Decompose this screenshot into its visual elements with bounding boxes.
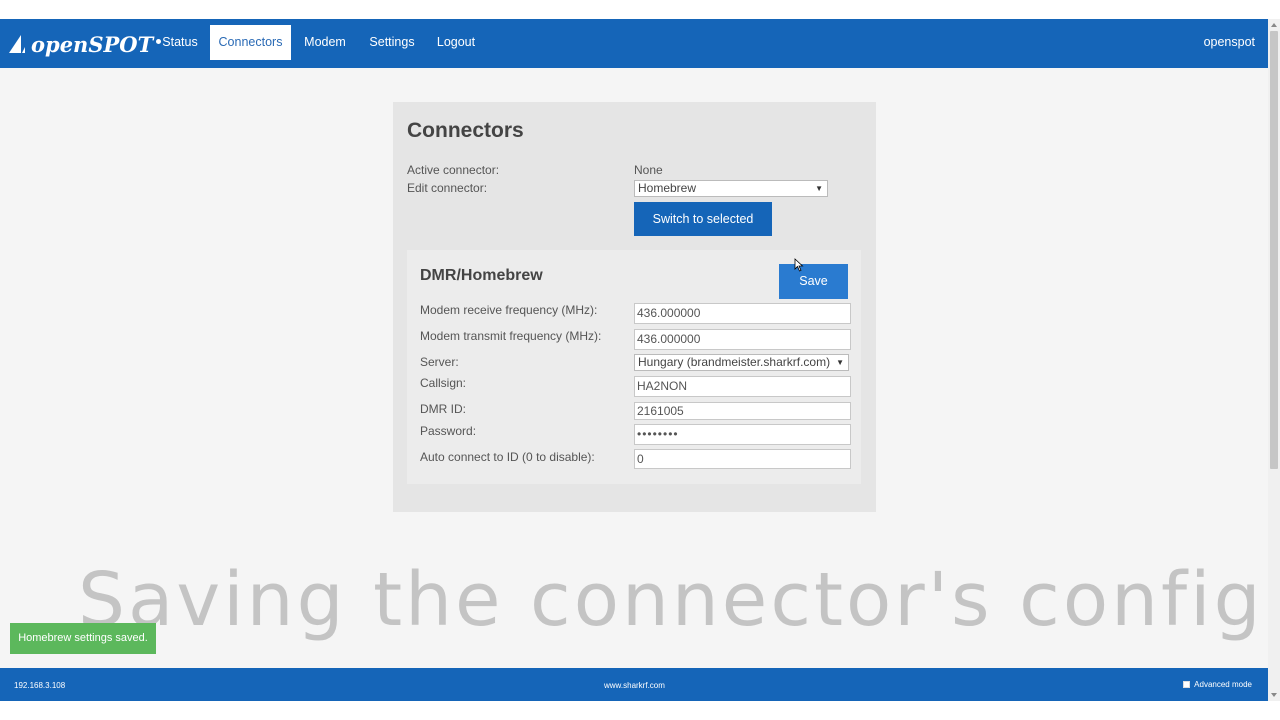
dmr-id-label: DMR ID: — [420, 402, 466, 416]
tx-frequency-input[interactable]: 436.000000 — [634, 329, 851, 350]
rx-frequency-label: Modem receive frequency (MHz): — [420, 303, 598, 317]
browser-bottom-strip — [0, 701, 1280, 720]
advanced-mode-checkbox[interactable] — [1183, 681, 1191, 688]
edit-connector-label: Edit connector: — [407, 181, 488, 195]
server-selected: Hungary (brandmeister.sharkrf.com) — [638, 355, 831, 369]
nav-settings[interactable]: Settings — [362, 25, 422, 60]
active-connector-label: Active connector: — [407, 163, 500, 177]
logo-mark-icon — [9, 35, 25, 53]
dmr-id-input[interactable]: 2161005 — [634, 402, 851, 420]
auto-connect-label: Auto connect to ID (0 to disable): — [420, 450, 595, 464]
nav-modem[interactable]: Modem — [298, 25, 352, 60]
scroll-up-icon[interactable] — [1271, 23, 1277, 27]
brand-logo[interactable]: openSPOT — [7, 29, 162, 59]
video-caption-overlay: Saving the connector's config — [78, 557, 1264, 643]
server-label: Server: — [420, 355, 459, 369]
footer-bar: 192.168.3.108 www.sharkrf.com Advanced m… — [0, 668, 1268, 701]
dropdown-arrow-icon: ▼ — [815, 184, 823, 193]
connectors-panel: Connectors Active connector: None Edit c… — [393, 102, 876, 512]
page-scrollbar[interactable] — [1268, 19, 1280, 701]
switch-to-selected-button[interactable]: Switch to selected — [634, 202, 772, 236]
advanced-mode-label: Advanced mode — [1194, 680, 1252, 689]
password-input[interactable]: •••••••• — [634, 424, 851, 445]
nav-status[interactable]: Status — [156, 25, 204, 60]
hostname-label: openspot — [1203, 35, 1255, 49]
advanced-mode-toggle[interactable]: Advanced mode — [1183, 680, 1252, 689]
scrollbar-thumb[interactable] — [1270, 31, 1278, 469]
nav-logout[interactable]: Logout — [432, 25, 480, 60]
edit-connector-selected: Homebrew — [638, 181, 697, 195]
page-title: Connectors — [407, 119, 524, 142]
dropdown-arrow-icon: ▼ — [836, 358, 844, 367]
browser-top-strip — [0, 0, 1280, 19]
auto-connect-input[interactable]: 0 — [634, 449, 851, 469]
scroll-down-icon[interactable] — [1271, 693, 1277, 697]
rx-frequency-input[interactable]: 436.000000 — [634, 303, 851, 324]
footer-website-link[interactable]: www.sharkrf.com — [604, 681, 665, 690]
homebrew-settings-panel: DMR/Homebrew Save Modem receive frequenc… — [407, 250, 861, 484]
status-toast: Homebrew settings saved. — [10, 623, 156, 654]
active-connector-value: None — [634, 163, 663, 177]
brand-name: openSPOT — [31, 31, 154, 57]
save-button[interactable]: Save — [779, 264, 848, 299]
top-navbar: openSPOT Status Connectors Modem Setting… — [0, 19, 1268, 68]
homebrew-title: DMR/Homebrew — [420, 267, 543, 284]
tx-frequency-label: Modem transmit frequency (MHz): — [420, 329, 602, 343]
mouse-pointer-icon — [794, 258, 804, 272]
callsign-input[interactable]: HA2NON — [634, 376, 851, 397]
edit-connector-select[interactable]: Homebrew ▼ — [634, 180, 828, 197]
nav-connectors[interactable]: Connectors — [210, 25, 291, 60]
callsign-label: Callsign: — [420, 376, 467, 390]
server-select[interactable]: Hungary (brandmeister.sharkrf.com) ▼ — [634, 354, 849, 371]
password-label: Password: — [420, 424, 477, 438]
footer-ip-address: 192.168.3.108 — [14, 681, 66, 690]
